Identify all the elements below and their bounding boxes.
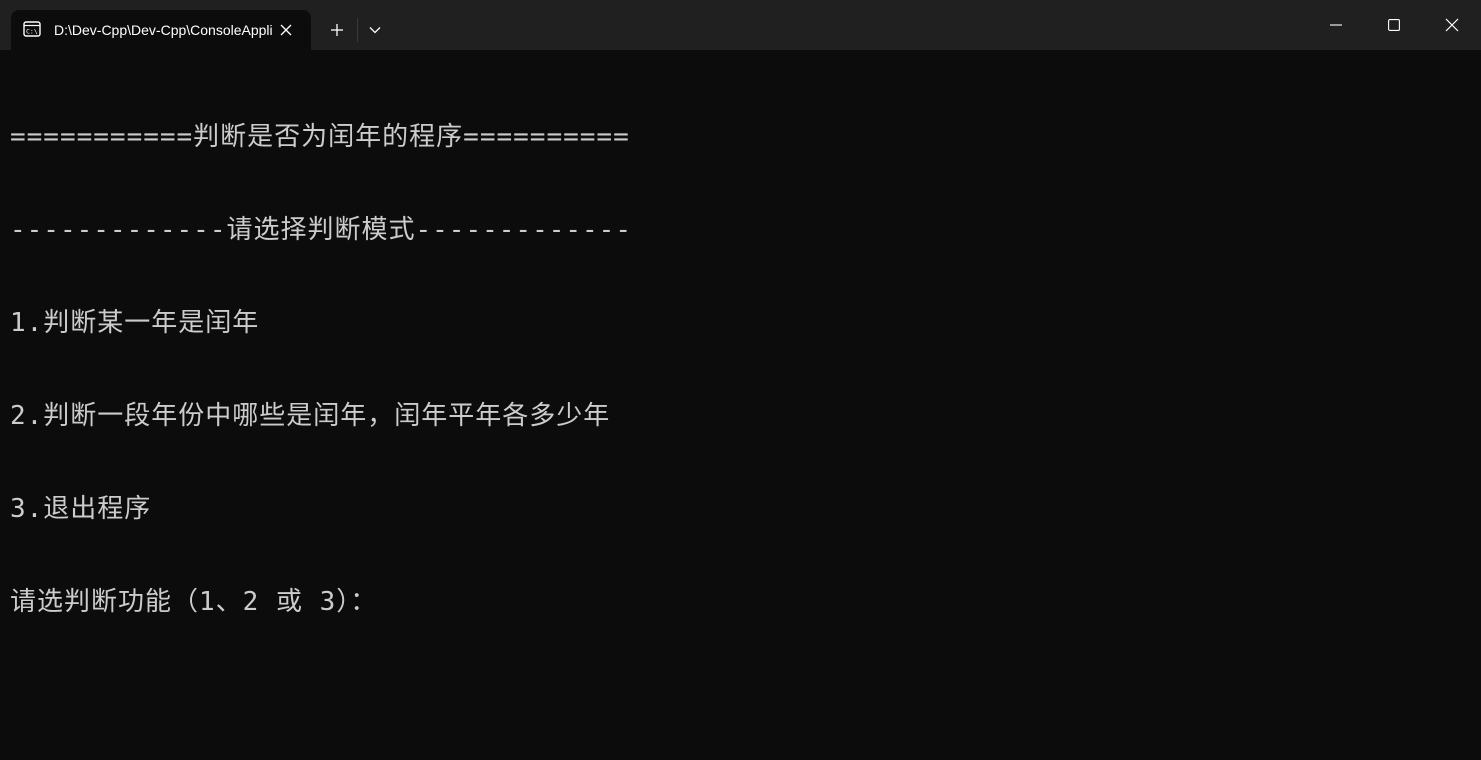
- plus-icon[interactable]: [322, 14, 352, 46]
- title-bar[interactable]: C:\ D:\Dev-Cpp\Dev-Cpp\ConsoleApplicatio…: [0, 0, 1481, 50]
- tab-divider: [357, 18, 358, 42]
- tab-title: D:\Dev-Cpp\Dev-Cpp\ConsoleApplication.ex…: [54, 22, 272, 38]
- console-line-title: ===========判断是否为闰年的程序==========: [10, 122, 630, 152]
- console-line-option-3: 3.退出程序: [10, 494, 152, 524]
- console-line-option-1: 1.判断某一年是闰年: [10, 308, 260, 338]
- console-line-prompt: 请选判断功能（1、2 或 3）：: [10, 587, 378, 617]
- maximize-icon[interactable]: [1365, 0, 1423, 50]
- minimize-icon[interactable]: [1307, 0, 1365, 50]
- terminal-window: C:\ D:\Dev-Cpp\Dev-Cpp\ConsoleApplicatio…: [0, 0, 1481, 760]
- chevron-down-icon[interactable]: [362, 14, 388, 46]
- close-icon[interactable]: [274, 18, 298, 42]
- tab-console[interactable]: C:\ D:\Dev-Cpp\Dev-Cpp\ConsoleApplicatio…: [11, 10, 311, 50]
- svg-text:C:\: C:\: [26, 28, 38, 36]
- terminal-icon: C:\: [23, 20, 41, 38]
- window-close-icon[interactable]: [1423, 0, 1481, 50]
- console-line-mode-header: -------------请选择判断模式-------------: [10, 215, 632, 245]
- console-line-option-2: 2.判断一段年份中哪些是闰年，闰年平年各多少年: [10, 401, 611, 431]
- console-output[interactable]: ===========判断是否为闰年的程序========== --------…: [10, 60, 1470, 680]
